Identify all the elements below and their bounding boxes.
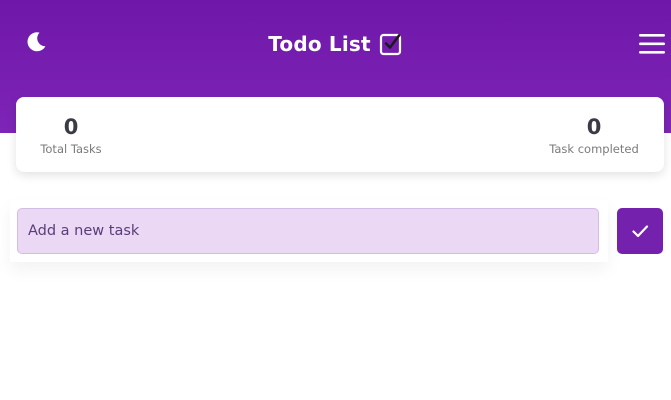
add-task-button[interactable] (617, 208, 663, 254)
app-title: Todo List (268, 32, 371, 56)
app-title-group: Todo List (0, 30, 671, 58)
completed-tasks-label: Task completed (549, 142, 639, 156)
completed-tasks-count: 0 (586, 115, 602, 139)
total-tasks-label: Total Tasks (40, 142, 102, 156)
new-task-input[interactable] (17, 208, 599, 254)
checkbox-checked-icon (379, 33, 401, 56)
menu-button[interactable] (639, 33, 665, 55)
check-icon (632, 225, 649, 238)
hamburger-menu-icon (639, 34, 665, 54)
task-stats-card: 0 Total Tasks 0 Task completed (16, 97, 664, 172)
total-tasks-stat: 0 Total Tasks (36, 115, 106, 156)
completed-tasks-stat: 0 Task completed (544, 115, 644, 156)
total-tasks-count: 0 (63, 115, 79, 139)
